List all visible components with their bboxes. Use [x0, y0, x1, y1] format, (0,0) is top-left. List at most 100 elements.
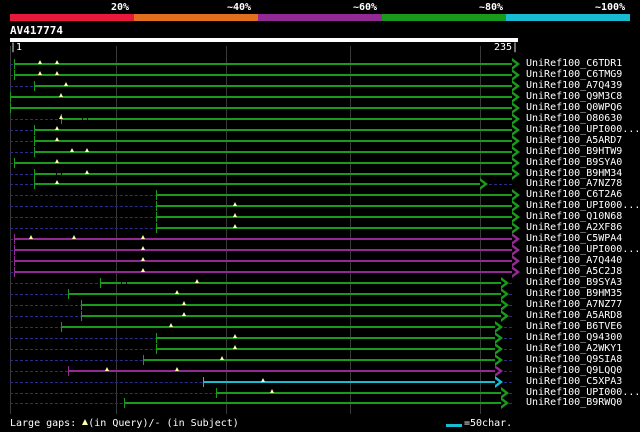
query-gap-icon: [85, 170, 90, 174]
hit-start-tick: [155, 212, 157, 222]
hit-bar[interactable]: [155, 227, 512, 229]
hit-start-tick: [14, 158, 16, 168]
identity-label: ~40%: [227, 2, 252, 13]
query-gap-icon: [233, 345, 238, 349]
hit-start-tick: [14, 70, 16, 80]
hit-start-tick: [14, 267, 16, 277]
hit-label-link[interactable]: UniRef100_A7NZ78: [526, 178, 622, 189]
query-gap-icon: [85, 148, 90, 152]
query-gap-icon: [29, 235, 34, 239]
hit-label-link[interactable]: UniRef100_A7NZ77: [526, 299, 622, 310]
hit-start-tick: [33, 147, 35, 157]
alignment-overview: 20% ~40% ~60% ~80% ~100% AV417774 |1 235| Un…: [0, 0, 640, 432]
hit-bar[interactable]: [155, 205, 512, 207]
hit-label-link[interactable]: UniRef100_B9HTW9: [526, 146, 622, 157]
hit-start-tick: [143, 355, 144, 365]
hit-label-link[interactable]: UniRef100_Q9LQQ0: [526, 365, 622, 376]
subject-gap-icon: [56, 173, 63, 175]
hit-label-link[interactable]: UniRef100_B9RWQ0: [526, 397, 622, 408]
query-gap-icon: [233, 224, 238, 228]
query-gap-icon: [104, 367, 109, 371]
hit-label-link[interactable]: UniRef100_UPI000...: [526, 244, 640, 255]
identity-color-segment: [506, 14, 630, 21]
hit-bar[interactable]: [155, 194, 512, 196]
hit-label-link[interactable]: UniRef100_A5ARD7: [526, 135, 622, 146]
hit-label-link[interactable]: UniRef100_A5ARD8: [526, 310, 622, 321]
hit-start-tick: [10, 92, 11, 102]
hit-label-link[interactable]: UniRef100_Q9SIA8: [526, 354, 622, 365]
hit-bar[interactable]: [10, 107, 512, 109]
hit-start-tick: [155, 333, 157, 343]
hit-bar[interactable]: [33, 151, 512, 153]
hit-label-link[interactable]: UniRef100_A7Q440: [526, 255, 622, 266]
hit-bar[interactable]: [67, 293, 502, 295]
hit-bar[interactable]: [14, 162, 512, 164]
hit-bar[interactable]: [14, 63, 512, 65]
query-gap-icon: [38, 60, 43, 64]
scale-bar-icon: [446, 424, 462, 427]
query-gap-icon: [269, 389, 274, 393]
hit-bar[interactable]: [33, 129, 512, 131]
hit-label-link[interactable]: UniRef100_C5WPA4: [526, 233, 622, 244]
hit-bar[interactable]: [14, 260, 512, 262]
hit-label-link[interactable]: UniRef100_B6TVE6: [526, 321, 622, 332]
hit-label-link[interactable]: UniRef100_A2XF86: [526, 222, 622, 233]
hit-start-tick: [33, 81, 35, 91]
hit-label-link[interactable]: UniRef100_Q0WPQ6: [526, 102, 622, 113]
identity-color-segment: [258, 14, 382, 21]
subject-gap-icon: [120, 282, 127, 284]
hit-label-link[interactable]: UniRef100_B9HM35: [526, 288, 622, 299]
query-gap-icon: [55, 60, 60, 64]
hit-start-tick: [155, 190, 157, 200]
hit-bar[interactable]: [67, 370, 495, 372]
hit-bar[interactable]: [14, 74, 512, 76]
query-gap-icon: [55, 180, 60, 184]
hit-label-link[interactable]: UniRef100_Q9M3C8: [526, 91, 622, 102]
query-gap-icon: [141, 235, 145, 239]
hit-bar[interactable]: [33, 140, 512, 142]
hit-bar[interactable]: [61, 118, 512, 120]
hit-start-tick: [155, 223, 157, 233]
hit-bar[interactable]: [80, 315, 502, 317]
hit-label-link[interactable]: UniRef100_C6TMG9: [526, 69, 622, 80]
query-gap-icon: [175, 290, 180, 294]
hit-label-link[interactable]: UniRef100_A7Q439: [526, 80, 622, 91]
hit-bar[interactable]: [14, 249, 512, 251]
hit-end-arrow-icon: [512, 266, 520, 278]
hit-label-link[interactable]: UniRef100_A5C2J8: [526, 266, 622, 277]
hit-bar[interactable]: [123, 402, 502, 404]
hit-bar[interactable]: [33, 183, 480, 185]
hit-bar[interactable]: [143, 359, 495, 361]
query-gap-icon: [72, 235, 77, 239]
hit-bar[interactable]: [14, 238, 512, 240]
hit-label-link[interactable]: UniRef100_B9SYA3: [526, 277, 622, 288]
hit-label-link[interactable]: UniRef100_B9SYA0: [526, 157, 622, 168]
hit-bar[interactable]: [155, 216, 512, 218]
hit-bar[interactable]: [33, 85, 512, 87]
ruler-start-label: |1: [10, 42, 23, 53]
hit-label-link[interactable]: UniRef100_C5XPA3: [526, 376, 622, 387]
hit-bar[interactable]: [80, 304, 502, 306]
hit-bar[interactable]: [155, 337, 495, 339]
hit-bar[interactable]: [100, 282, 502, 284]
hit-label-link[interactable]: UniRef100_Q94300: [526, 332, 622, 343]
hit-start-tick: [33, 136, 35, 146]
hit-label-link[interactable]: UniRef100_UPI000...: [526, 200, 640, 211]
hit-label-link[interactable]: UniRef100_UPI000...: [526, 124, 640, 135]
hit-bar[interactable]: [33, 173, 512, 175]
hit-label-link[interactable]: UniRef100_Q10N68: [526, 211, 622, 222]
query-gap-icon: [233, 334, 238, 338]
hit-label-link[interactable]: UniRef100_O80630: [526, 113, 622, 124]
hit-start-tick: [215, 388, 217, 398]
hit-bar[interactable]: [155, 348, 495, 350]
hit-label-link[interactable]: UniRef100_A2WKY1: [526, 343, 622, 354]
hit-label-link[interactable]: UniRef100_C6T2A6: [526, 189, 622, 200]
hit-bar[interactable]: [61, 326, 495, 328]
hit-bar[interactable]: [203, 381, 495, 383]
hit-start-tick: [10, 103, 11, 113]
hit-label-link[interactable]: UniRef100_C6TDR1: [526, 58, 622, 69]
hit-start-tick: [80, 300, 82, 310]
hit-bar[interactable]: [215, 392, 502, 394]
hit-bar[interactable]: [10, 96, 512, 98]
hit-bar[interactable]: [14, 271, 512, 273]
